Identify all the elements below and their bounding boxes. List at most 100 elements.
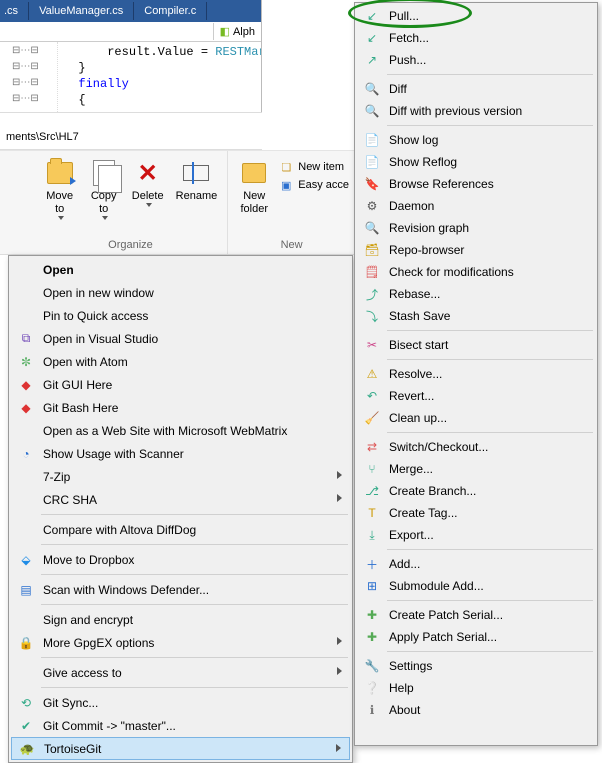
- ctx-7zip[interactable]: 7-Zip: [11, 465, 350, 488]
- ctx-gpgex[interactable]: 🔒More GpgEX options: [11, 631, 350, 654]
- tg-diff-prev[interactable]: 🔍Diff with previous version: [357, 100, 595, 122]
- separator: [41, 544, 348, 545]
- editor-navbar: ◧ Alph: [0, 22, 261, 42]
- separator: [41, 604, 348, 605]
- tg-about[interactable]: ℹAbout: [357, 699, 595, 721]
- ctx-sign-encrypt[interactable]: Sign and encrypt: [11, 608, 350, 631]
- separator: [387, 549, 593, 550]
- tg-create-patch[interactable]: ✚Create Patch Serial...: [357, 604, 595, 626]
- resolve-icon: ⚠: [361, 365, 383, 383]
- tg-apply-patch[interactable]: ✚Apply Patch Serial...: [357, 626, 595, 648]
- ctx-open-atom[interactable]: ✼Open with Atom: [11, 350, 350, 373]
- caret-down-icon: [146, 203, 152, 207]
- create-patch-icon: ✚: [361, 606, 383, 624]
- code-area[interactable]: ⊟⋯⊟ ⊟⋯⊟ ⊟⋯⊟ ⊟⋯⊟ result.Value = RESTMar }…: [0, 42, 261, 112]
- tg-daemon[interactable]: ⚙Daemon: [357, 195, 595, 217]
- git-gui-icon: ◆: [15, 376, 37, 394]
- ctx-pin-quick-access[interactable]: Pin to Quick access: [11, 304, 350, 327]
- tab-valuemanager[interactable]: ValueManager.cs: [29, 2, 134, 20]
- editor-scope-label: Alph: [233, 26, 255, 38]
- new-group-label: New: [281, 236, 303, 254]
- separator: [387, 330, 593, 331]
- ctx-git-gui[interactable]: ◆Git GUI Here: [11, 373, 350, 396]
- tg-add[interactable]: ＋Add...: [357, 553, 595, 575]
- tg-rebase[interactable]: ⤴Rebase...: [357, 283, 595, 305]
- tg-help[interactable]: ❔Help: [357, 677, 595, 699]
- tg-stash-save[interactable]: ⤵Stash Save: [357, 305, 595, 327]
- tg-submodule-add[interactable]: ⊞Submodule Add...: [357, 575, 595, 597]
- new-folder-button[interactable]: Newfolder: [234, 155, 274, 220]
- tg-check-modifications[interactable]: 🗒Check for modifications: [357, 261, 595, 283]
- git-bash-icon: ◆: [15, 399, 37, 417]
- lock-icon: 🔒: [15, 634, 37, 652]
- submenu-arrow-icon: [337, 637, 342, 645]
- ctx-dropbox[interactable]: ⬙Move to Dropbox: [11, 548, 350, 571]
- ctx-open[interactable]: Open: [11, 258, 350, 281]
- vs-icon: ⧉: [15, 330, 37, 348]
- ctx-diffdog[interactable]: Compare with Altova DiffDog: [11, 518, 350, 541]
- browse-refs-icon: 🔖: [361, 175, 383, 193]
- rename-button[interactable]: Rename: [172, 155, 222, 224]
- ctx-git-sync[interactable]: ⟲Git Sync...: [11, 691, 350, 714]
- help-icon: ❔: [361, 679, 383, 697]
- ctx-open-new-window[interactable]: Open in new window: [11, 281, 350, 304]
- scanner-icon: ◔: [15, 445, 37, 463]
- editor-tabs: .cs ValueManager.cs Compiler.c: [0, 0, 261, 22]
- separator: [387, 432, 593, 433]
- tg-pull[interactable]: ↙Pull...: [357, 5, 595, 27]
- tg-show-log[interactable]: 📄Show log: [357, 129, 595, 151]
- tg-create-tag[interactable]: TCreate Tag...: [357, 502, 595, 524]
- tg-browse-refs[interactable]: 🔖Browse References: [357, 173, 595, 195]
- ctx-git-bash[interactable]: ◆Git Bash Here: [11, 396, 350, 419]
- copy-to-button[interactable]: Copyto: [84, 155, 124, 224]
- separator: [387, 359, 593, 360]
- rename-icon: [183, 165, 209, 181]
- tg-bisect[interactable]: ✂Bisect start: [357, 334, 595, 356]
- tg-revision-graph[interactable]: 🔍Revision graph: [357, 217, 595, 239]
- tg-revert[interactable]: ↶Revert...: [357, 385, 595, 407]
- git-commit-icon: ✔: [15, 717, 37, 735]
- tg-repo-browser[interactable]: 🗃Repo-browser: [357, 239, 595, 261]
- revgraph-icon: 🔍: [361, 219, 383, 237]
- tg-diff[interactable]: 🔍Diff: [357, 78, 595, 100]
- tg-settings[interactable]: 🔧Settings: [357, 655, 595, 677]
- tab-compiler[interactable]: Compiler.c: [134, 2, 207, 20]
- ctx-tortoisegit[interactable]: 🐢TortoiseGit: [11, 737, 350, 760]
- easy-access-button[interactable]: ▣ Easy acce: [278, 177, 349, 193]
- ctx-give-access[interactable]: Give access to: [11, 661, 350, 684]
- log-icon: 📄: [361, 131, 383, 149]
- copy-icon: [93, 160, 115, 186]
- tg-cleanup[interactable]: 🧹Clean up...: [357, 407, 595, 429]
- ctx-crc-sha[interactable]: CRC SHA: [11, 488, 350, 511]
- tg-export[interactable]: ⤓Export...: [357, 524, 595, 546]
- ribbon-group-organize: Moveto Copyto ✕ Delete Rename Organize: [34, 151, 229, 254]
- apply-patch-icon: ✚: [361, 628, 383, 646]
- new-item-button[interactable]: ❏ New item: [278, 159, 349, 175]
- ctx-defender[interactable]: ▤Scan with Windows Defender...: [11, 578, 350, 601]
- tg-switch[interactable]: ⇄Switch/Checkout...: [357, 436, 595, 458]
- easy-access-icon: ▣: [278, 177, 294, 193]
- move-to-button[interactable]: Moveto: [40, 155, 80, 224]
- merge-icon: ⑂: [361, 460, 383, 478]
- separator: [387, 74, 593, 75]
- ribbon: Moveto Copyto ✕ Delete Rename Organize N…: [0, 150, 355, 255]
- tg-merge[interactable]: ⑂Merge...: [357, 458, 595, 480]
- tg-resolve[interactable]: ⚠Resolve...: [357, 363, 595, 385]
- submenu-arrow-icon: [337, 494, 342, 502]
- tg-show-reflog[interactable]: 📄Show Reflog: [357, 151, 595, 173]
- separator: [41, 574, 348, 575]
- ctx-webmatrix[interactable]: Open as a Web Site with Microsoft WebMat…: [11, 419, 350, 442]
- editor-scope-dropdown[interactable]: ◧ Alph: [213, 23, 261, 40]
- ctx-git-commit[interactable]: ✔Git Commit -> "master"...: [11, 714, 350, 737]
- ctx-scanner[interactable]: ◔Show Usage with Scanner: [11, 442, 350, 465]
- caret-down-icon: [58, 216, 64, 220]
- tab-frag[interactable]: .cs: [0, 2, 29, 20]
- revert-icon: ↶: [361, 387, 383, 405]
- tg-push[interactable]: ↗Push...: [357, 49, 595, 71]
- tg-create-branch[interactable]: ⎇Create Branch...: [357, 480, 595, 502]
- tg-fetch[interactable]: ↙Fetch...: [357, 27, 595, 49]
- add-icon: ＋: [361, 555, 383, 573]
- address-bar[interactable]: ments\Src\HL7: [0, 112, 262, 150]
- delete-button[interactable]: ✕ Delete: [128, 155, 168, 224]
- ctx-open-visual-studio[interactable]: ⧉Open in Visual Studio: [11, 327, 350, 350]
